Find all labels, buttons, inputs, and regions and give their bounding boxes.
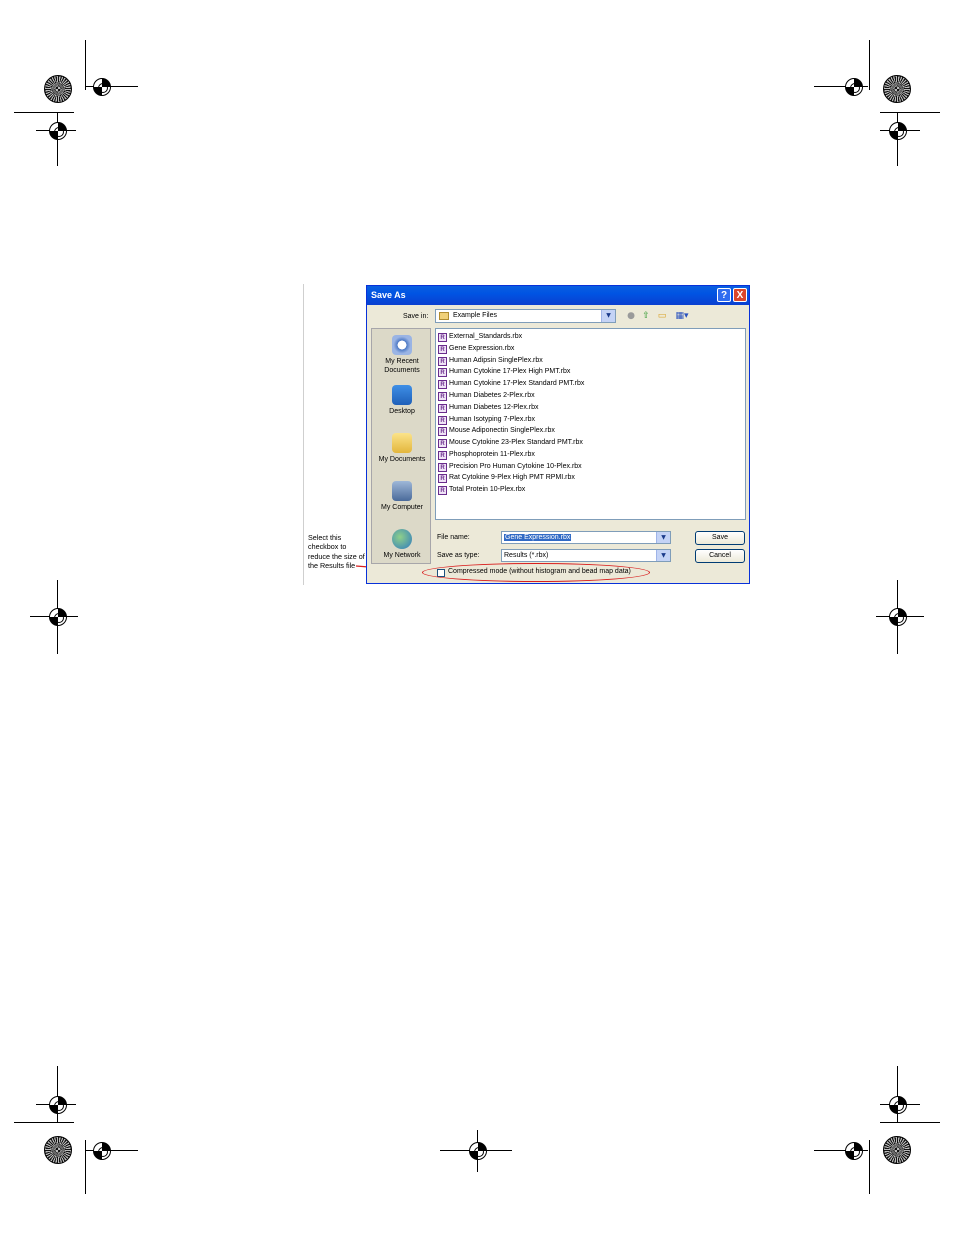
- save-in-value: Example Files: [453, 312, 497, 319]
- file-name-field[interactable]: Gene Expression.rbx ▼: [501, 531, 671, 544]
- back-icon[interactable]: ●: [625, 310, 637, 322]
- place-my-documents[interactable]: My Documents: [372, 433, 430, 464]
- registration-star-icon: [44, 75, 72, 103]
- registration-mark-icon: [889, 122, 907, 140]
- registration-mark-icon: [49, 608, 67, 626]
- save-as-dialog: Save As ? X Save in: Example Files ▼ ● ⇧…: [366, 285, 750, 584]
- rbx-file-icon: R: [438, 463, 447, 472]
- save-as-type-label: Save as type:: [437, 552, 480, 559]
- close-button[interactable]: X: [733, 288, 747, 302]
- registration-mark-icon: [889, 608, 907, 626]
- save-in-dropdown[interactable]: Example Files ▼: [435, 309, 616, 323]
- my-documents-icon: [392, 433, 412, 453]
- place-label: My Network: [383, 552, 421, 559]
- rbx-file-icon: R: [438, 486, 447, 495]
- chevron-down-icon[interactable]: ▼: [601, 310, 615, 322]
- place-label: My Documents: [378, 456, 426, 463]
- rbx-file-icon: R: [438, 345, 447, 354]
- registration-mark-icon: [93, 78, 111, 96]
- place-label: My Recent Documents: [384, 358, 420, 374]
- registration-star-icon: [883, 1136, 911, 1164]
- place-desktop[interactable]: Desktop: [372, 385, 430, 416]
- chevron-down-icon[interactable]: ▼: [656, 532, 670, 543]
- file-item[interactable]: R Human Isotyping 7-Plex.rbx: [438, 415, 535, 425]
- file-list[interactable]: R External_Standards.rbx R Gene Expression…: [435, 328, 746, 520]
- registration-star-icon: [883, 75, 911, 103]
- file-item[interactable]: R Phosphoprotein 11-Plex.rbx: [438, 450, 535, 460]
- rbx-file-icon: R: [438, 357, 447, 366]
- file-item[interactable]: R Mouse Adiponectin SinglePlex.rbx: [438, 426, 555, 436]
- help-button[interactable]: ?: [717, 288, 731, 302]
- rbx-file-icon: R: [438, 333, 447, 342]
- dialog-title: Save As: [371, 290, 406, 300]
- file-item[interactable]: R Human Cytokine 17-Plex Standard PMT.rbx: [438, 379, 584, 389]
- save-in-label: Save in:: [403, 313, 429, 320]
- dialog-titlebar[interactable]: Save As ? X: [367, 286, 749, 305]
- file-item[interactable]: R Human Cytokine 17-Plex High PMT.rbx: [438, 367, 570, 377]
- place-recent-documents[interactable]: My Recent Documents: [372, 335, 430, 375]
- file-item[interactable]: R Rat Cytokine 9-Plex High PMT RPMI.rbx: [438, 473, 575, 483]
- views-menu-icon[interactable]: ▦▾: [673, 310, 691, 322]
- rbx-file-icon: R: [438, 368, 447, 377]
- registration-mark-icon: [49, 1096, 67, 1114]
- folder-icon: [439, 312, 449, 320]
- file-item[interactable]: R Mouse Cytokine 23-Plex Standard PMT.rbx: [438, 438, 583, 448]
- save-button[interactable]: Save: [695, 531, 745, 545]
- places-bar: My Recent Documents Desktop My Documents…: [371, 328, 431, 564]
- save-as-type-dropdown[interactable]: Results (*.rbx) ▼: [501, 549, 671, 562]
- my-network-icon: [392, 529, 412, 549]
- file-item[interactable]: R Precision Pro Human Cytokine 10-Plex.rb…: [438, 462, 582, 472]
- place-my-network[interactable]: My Network: [372, 529, 430, 560]
- rbx-file-icon: R: [438, 380, 447, 389]
- rbx-file-icon: R: [438, 392, 447, 401]
- registration-mark-icon: [469, 1142, 487, 1160]
- registration-mark-icon: [889, 1096, 907, 1114]
- up-folder-icon[interactable]: ⇧: [640, 310, 652, 322]
- file-item[interactable]: R Human Adipsin SinglePlex.rbx: [438, 356, 543, 366]
- chevron-down-icon[interactable]: ▼: [656, 550, 670, 561]
- rbx-file-icon: R: [438, 404, 447, 413]
- save-as-type-value: Results (*.rbx): [504, 552, 549, 559]
- file-name-value: Gene Expression.rbx: [504, 534, 572, 541]
- file-item[interactable]: R Human Diabetes 12-Plex.rbx: [438, 403, 539, 413]
- my-computer-icon: [392, 481, 412, 501]
- place-label: My Computer: [380, 504, 423, 511]
- file-name-label: File name:: [437, 534, 470, 541]
- rbx-file-icon: R: [438, 427, 447, 436]
- rbx-file-icon: R: [438, 439, 447, 448]
- rbx-file-icon: R: [438, 451, 447, 460]
- file-item[interactable]: R Total Protein 10-Plex.rbx: [438, 485, 525, 495]
- rbx-file-icon: R: [438, 474, 447, 483]
- desktop-icon: [392, 385, 412, 405]
- rbx-file-icon: R: [438, 416, 447, 425]
- registration-mark-icon: [845, 1142, 863, 1160]
- cancel-button[interactable]: Cancel: [695, 549, 745, 563]
- place-my-computer[interactable]: My Computer: [372, 481, 430, 512]
- highlight-ellipse: [422, 563, 650, 582]
- recent-documents-icon: [392, 335, 412, 355]
- file-item[interactable]: R Human Diabetes 2-Plex.rbx: [438, 391, 535, 401]
- new-folder-icon[interactable]: ▭: [656, 310, 668, 322]
- registration-mark-icon: [49, 122, 67, 140]
- file-item[interactable]: R External_Standards.rbx: [438, 332, 522, 342]
- registration-mark-icon: [845, 78, 863, 96]
- file-item[interactable]: R Gene Expression.rbx: [438, 344, 514, 354]
- registration-mark-icon: [93, 1142, 111, 1160]
- place-label: Desktop: [389, 408, 415, 415]
- registration-star-icon: [44, 1136, 72, 1164]
